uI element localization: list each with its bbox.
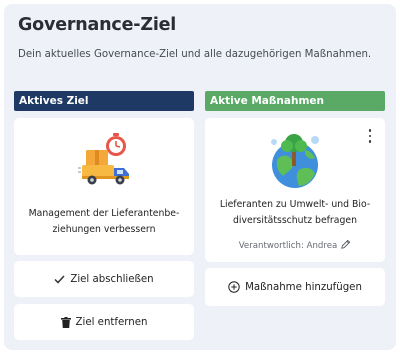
page-title: Governance-Ziel bbox=[18, 15, 177, 35]
add-measure-button[interactable]: Maßnahme hinzufügen bbox=[205, 268, 385, 306]
active-measures-header: Aktive Maßnahmen bbox=[205, 91, 385, 111]
trash-icon bbox=[60, 316, 71, 328]
complete-goal-button[interactable]: Ziel abschließen bbox=[14, 261, 194, 297]
active-goal-card: Management der Lieferantenbe- ziehungen … bbox=[14, 118, 194, 255]
checkmark-icon bbox=[54, 274, 65, 284]
delivery-truck-clock-icon bbox=[78, 133, 129, 185]
remove-goal-label: Ziel entfernen bbox=[75, 316, 148, 328]
measure-description: Lieferanten zu Umwelt- und Bio- diversit… bbox=[209, 197, 381, 229]
active-measure-card[interactable]: Lieferanten zu Umwelt- und Bio- diversit… bbox=[205, 118, 385, 262]
add-measure-label: Maßnahme hinzufügen bbox=[245, 281, 362, 293]
goal-description-line2: ziehungen verbessern bbox=[52, 224, 156, 235]
measure-description-line1: Lieferanten zu Umwelt- und Bio- bbox=[219, 199, 371, 210]
edit-pencil-icon[interactable] bbox=[340, 239, 351, 250]
measure-description-line2: diversitätsschutz befragen bbox=[233, 215, 357, 226]
remove-goal-button[interactable]: Ziel entfernen bbox=[14, 304, 194, 340]
goal-description: Management der Lieferantenbe- ziehungen … bbox=[18, 206, 190, 238]
active-goal-header: Aktives Ziel bbox=[14, 91, 194, 111]
goal-description-line1: Management der Lieferantenbe- bbox=[28, 208, 180, 219]
complete-goal-label: Ziel abschließen bbox=[70, 273, 154, 285]
earth-tree-icon bbox=[271, 134, 319, 188]
page-subtitle: Dein aktuelles Governance-Ziel und alle … bbox=[18, 49, 372, 60]
responsible-person: Verantwortlich: Andrea bbox=[205, 239, 385, 251]
more-options-icon[interactable] bbox=[367, 129, 373, 143]
responsible-label: Verantwortlich: Andrea bbox=[238, 241, 338, 251]
plus-circle-icon bbox=[228, 281, 240, 293]
